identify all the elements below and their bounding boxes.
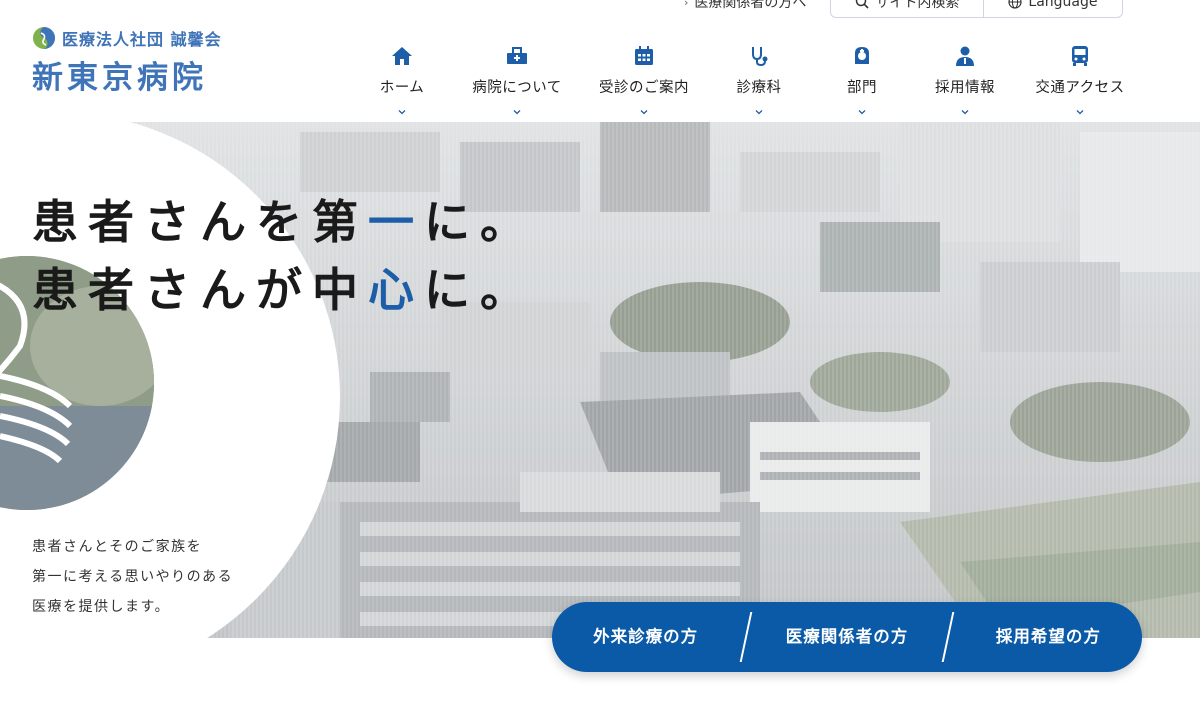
chevron-down-icon	[755, 101, 763, 115]
logo-corp-name: 医療法人社団 誠馨会	[62, 30, 222, 49]
logo-mark-icon	[33, 27, 55, 49]
medical-professionals-label: 医療関係者の方へ	[694, 0, 807, 11]
nav-item-recruit[interactable]: 採用情報	[912, 44, 1018, 120]
cta-medical-button[interactable]: 医療関係者の方	[753, 602, 940, 672]
hospital-icon	[505, 44, 529, 68]
nav-label-departments: 診療科	[736, 80, 782, 96]
chevron-down-icon	[961, 101, 969, 115]
language-button[interactable]: Language	[983, 0, 1121, 17]
hero-subcopy: 患者さんとそのご家族を 第一に考える思いやりのある 医療を提供します。	[32, 532, 233, 622]
medical-professionals-link[interactable]: › 医療関係者の方へ	[684, 0, 806, 12]
nav-label-guide: 受診のご案内	[599, 80, 689, 96]
cta-recruit-button[interactable]: 採用希望の方	[955, 602, 1142, 672]
headline-line-2-post: に。	[424, 263, 536, 317]
headline-line-1-post: に。	[424, 195, 536, 249]
search-icon	[856, 0, 869, 9]
hero-headline: 患者さんを第一に。 患者さんが中心に。	[32, 188, 536, 324]
language-label: Language	[1028, 0, 1098, 10]
nav-label-about: 病院について	[472, 80, 562, 96]
nav-label-home: ホーム	[379, 80, 425, 96]
subcopy-line-2: 第一に考える思いやりのある	[32, 569, 234, 585]
chevron-down-icon	[858, 101, 866, 115]
nav-item-divisions[interactable]: 部門	[812, 44, 912, 120]
nav-item-home[interactable]: ホーム	[352, 44, 452, 120]
calendar-icon	[632, 44, 656, 68]
utility-buttons: サイト内検索 Language	[830, 0, 1123, 18]
site-search-button[interactable]: サイト内検索	[831, 0, 983, 17]
cta-bar: 外来診療の方 医療関係者の方 採用希望の方	[552, 602, 1142, 672]
chevron-down-icon	[640, 101, 648, 115]
chevron-right-icon: ›	[684, 0, 689, 9]
headline-line-1-pre: 患者さんを第	[32, 195, 368, 249]
site-logo[interactable]: 医療法人社団 誠馨会 新東京病院	[32, 26, 252, 97]
site-search-label: サイト内検索	[875, 0, 960, 11]
nav-label-divisions: 部門	[847, 80, 877, 96]
chevron-down-icon	[398, 101, 406, 115]
headline-line-2: 患者さんが中心に。	[32, 256, 536, 324]
stethoscope-icon	[747, 44, 771, 68]
main-nav: ホーム 病院について 受診のご案内 診療科 部門 採用情報 交通アクセス	[352, 44, 1152, 120]
globe-icon	[1008, 0, 1023, 9]
headline-line-1-accent: 一	[368, 195, 424, 249]
person-icon	[953, 44, 977, 68]
hero-section: 患者さんを第一に。 患者さんが中心に。 患者さんとそのご家族を 第一に考える思い…	[0, 122, 1200, 638]
cta-separator	[739, 612, 753, 662]
site-header: 医療法人社団 誠馨会 新東京病院 › 医療関係者の方へ サイト内検索 Langu…	[0, 0, 1200, 122]
nav-item-departments[interactable]: 診療科	[706, 44, 812, 120]
cta-separator	[941, 612, 955, 662]
bus-icon	[1068, 44, 1092, 68]
headline-line-2-pre: 患者さんが中	[32, 263, 368, 317]
cta-outpatient-button[interactable]: 外来診療の方	[552, 602, 739, 672]
nav-item-about[interactable]: 病院について	[452, 44, 582, 120]
nav-label-access: 交通アクセス	[1035, 80, 1125, 96]
chevron-down-icon	[1076, 101, 1084, 115]
nurse-icon	[850, 44, 874, 68]
utility-bar: › 医療関係者の方へ サイト内検索 Language	[684, 0, 1123, 18]
logo-hospital-name: 新東京病院	[32, 60, 207, 96]
home-icon	[390, 44, 414, 68]
subcopy-line-3: 医療を提供します。	[32, 599, 171, 615]
subcopy-line-1: 患者さんとそのご家族を	[32, 539, 203, 555]
nav-label-recruit: 採用情報	[935, 80, 995, 96]
logo-top: 医療法人社団 誠馨会	[32, 26, 252, 50]
headline-line-2-accent: 心	[368, 263, 424, 317]
headline-line-1: 患者さんを第一に。	[32, 188, 536, 256]
nav-item-access[interactable]: 交通アクセス	[1018, 44, 1142, 120]
chevron-down-icon	[513, 101, 521, 115]
nav-item-guide[interactable]: 受診のご案内	[582, 44, 706, 120]
